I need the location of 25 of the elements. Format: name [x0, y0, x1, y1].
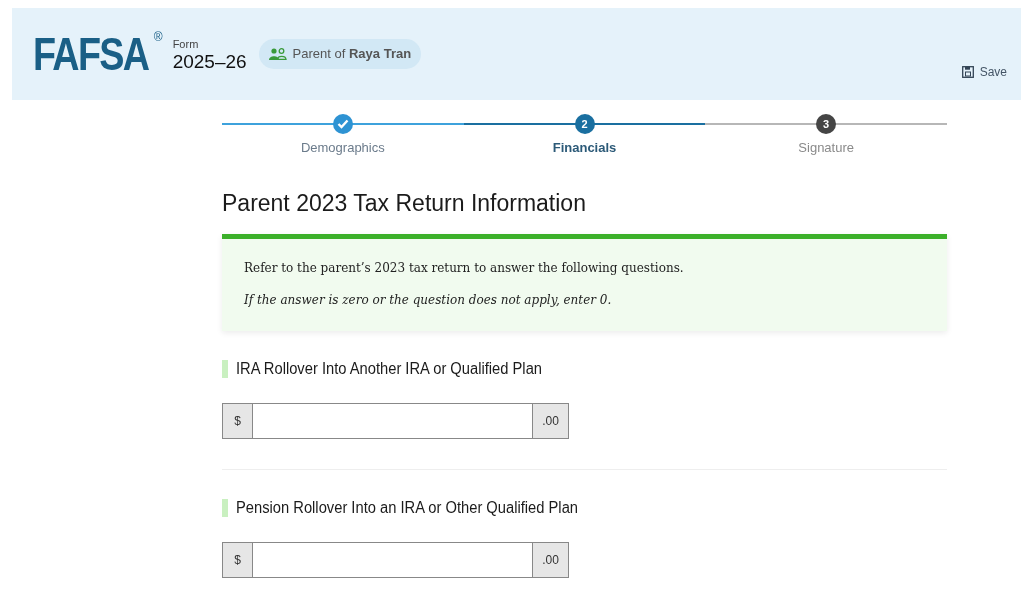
- accent-bar: [222, 360, 228, 378]
- amount-field[interactable]: $ .00: [222, 403, 569, 439]
- role-text: Parent of Raya Tran: [292, 45, 412, 64]
- page-title: Parent 2023 Tax Return Information: [222, 188, 587, 218]
- form-year: 2025–26: [172, 49, 247, 74]
- amount-field[interactable]: $ .00: [222, 542, 569, 578]
- notice-note: If the answer is zero or the question does not apply, enter 0.: [244, 292, 613, 309]
- step-number: 2: [574, 114, 595, 134]
- question-label: Pension Rollover Into an IRA or Other Qualified Plan: [236, 498, 578, 518]
- registered-mark: ®: [153, 31, 163, 43]
- people-icon: [268, 48, 287, 60]
- step-label: Signature: [798, 139, 854, 157]
- notice-text: Refer to the parent’s 2023 tax return to answer the following questions.: [244, 260, 685, 277]
- accent-bar: [222, 499, 228, 517]
- form-label: Form: [172, 38, 200, 50]
- step-label: Demographics: [300, 139, 385, 157]
- currency-prefix: $: [223, 404, 253, 438]
- step-number: 3: [816, 114, 837, 134]
- cents-suffix: .00: [532, 404, 568, 438]
- question-label: IRA Rollover Into Another IRA or Qualified Plan: [236, 359, 542, 379]
- cents-suffix: .00: [532, 543, 568, 577]
- currency-prefix: $: [223, 543, 253, 577]
- fafsa-logo[interactable]: FAFSA: [33, 31, 149, 77]
- save-button[interactable]: Save: [961, 63, 1007, 81]
- step-label: Financials: [552, 139, 617, 157]
